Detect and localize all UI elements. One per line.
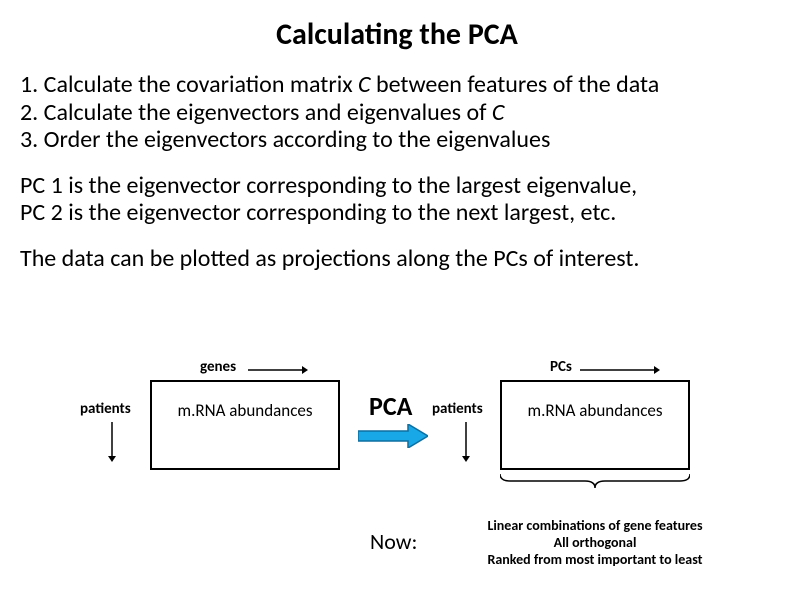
footer-line-2: All orthogonal bbox=[435, 535, 755, 552]
pcs-label: PCs bbox=[550, 358, 572, 376]
steps-block: 1. Calculate the covariation matrix C be… bbox=[0, 53, 794, 154]
patients-label-right: patients bbox=[432, 400, 483, 418]
box-right-text: m.RNA abundances bbox=[528, 400, 663, 421]
matrix-box-left: m.RNA abundances bbox=[150, 380, 340, 470]
patients-label-left: patients bbox=[80, 400, 131, 418]
diagram: genes PCs patients patients m.RNA abunda… bbox=[0, 350, 794, 595]
box-left-text: m.RNA abundances bbox=[178, 400, 313, 421]
step-1-text-c: between features of the data bbox=[371, 70, 660, 99]
arrow-down-icon bbox=[462, 422, 470, 462]
diagram-footer: Linear combinations of gene features All… bbox=[435, 518, 755, 568]
now-label: Now: bbox=[370, 528, 417, 555]
step-2-text-a: 2. Calculate the eigenvectors and eigenv… bbox=[20, 98, 492, 127]
genes-label: genes bbox=[200, 358, 236, 376]
footer-line-1: Linear combinations of gene features bbox=[435, 518, 755, 535]
para2-line1: PC 1 is the eigenvector corresponding to… bbox=[20, 172, 774, 200]
matrix-box-right: m.RNA abundances bbox=[500, 380, 690, 470]
step-2-var: C bbox=[492, 98, 505, 127]
step-1: 1. Calculate the covariation matrix C be… bbox=[20, 71, 774, 99]
block-arrow-right-icon bbox=[358, 424, 428, 448]
curly-brace-down-icon bbox=[500, 472, 690, 490]
footer-line-3: Ranked from most important to least bbox=[435, 552, 755, 569]
pca-label: PCA bbox=[369, 390, 412, 422]
step-2: 2. Calculate the eigenvectors and eigenv… bbox=[20, 99, 774, 127]
step-3: 3. Order the eigenvectors according to t… bbox=[20, 126, 774, 154]
para2-line2: PC 2 is the eigenvector corresponding to… bbox=[20, 199, 774, 227]
arrow-right-icon bbox=[580, 366, 660, 374]
step-1-var: C bbox=[358, 70, 371, 99]
slide-title: Calculating the PCA bbox=[0, 0, 794, 53]
arrow-right-icon bbox=[248, 366, 308, 374]
paragraph-3: The data can be plotted as projections a… bbox=[0, 227, 794, 273]
arrow-down-icon bbox=[108, 422, 116, 462]
step-1-text-a: 1. Calculate the covariation matrix bbox=[20, 70, 358, 99]
paragraph-2: PC 1 is the eigenvector corresponding to… bbox=[0, 154, 794, 227]
